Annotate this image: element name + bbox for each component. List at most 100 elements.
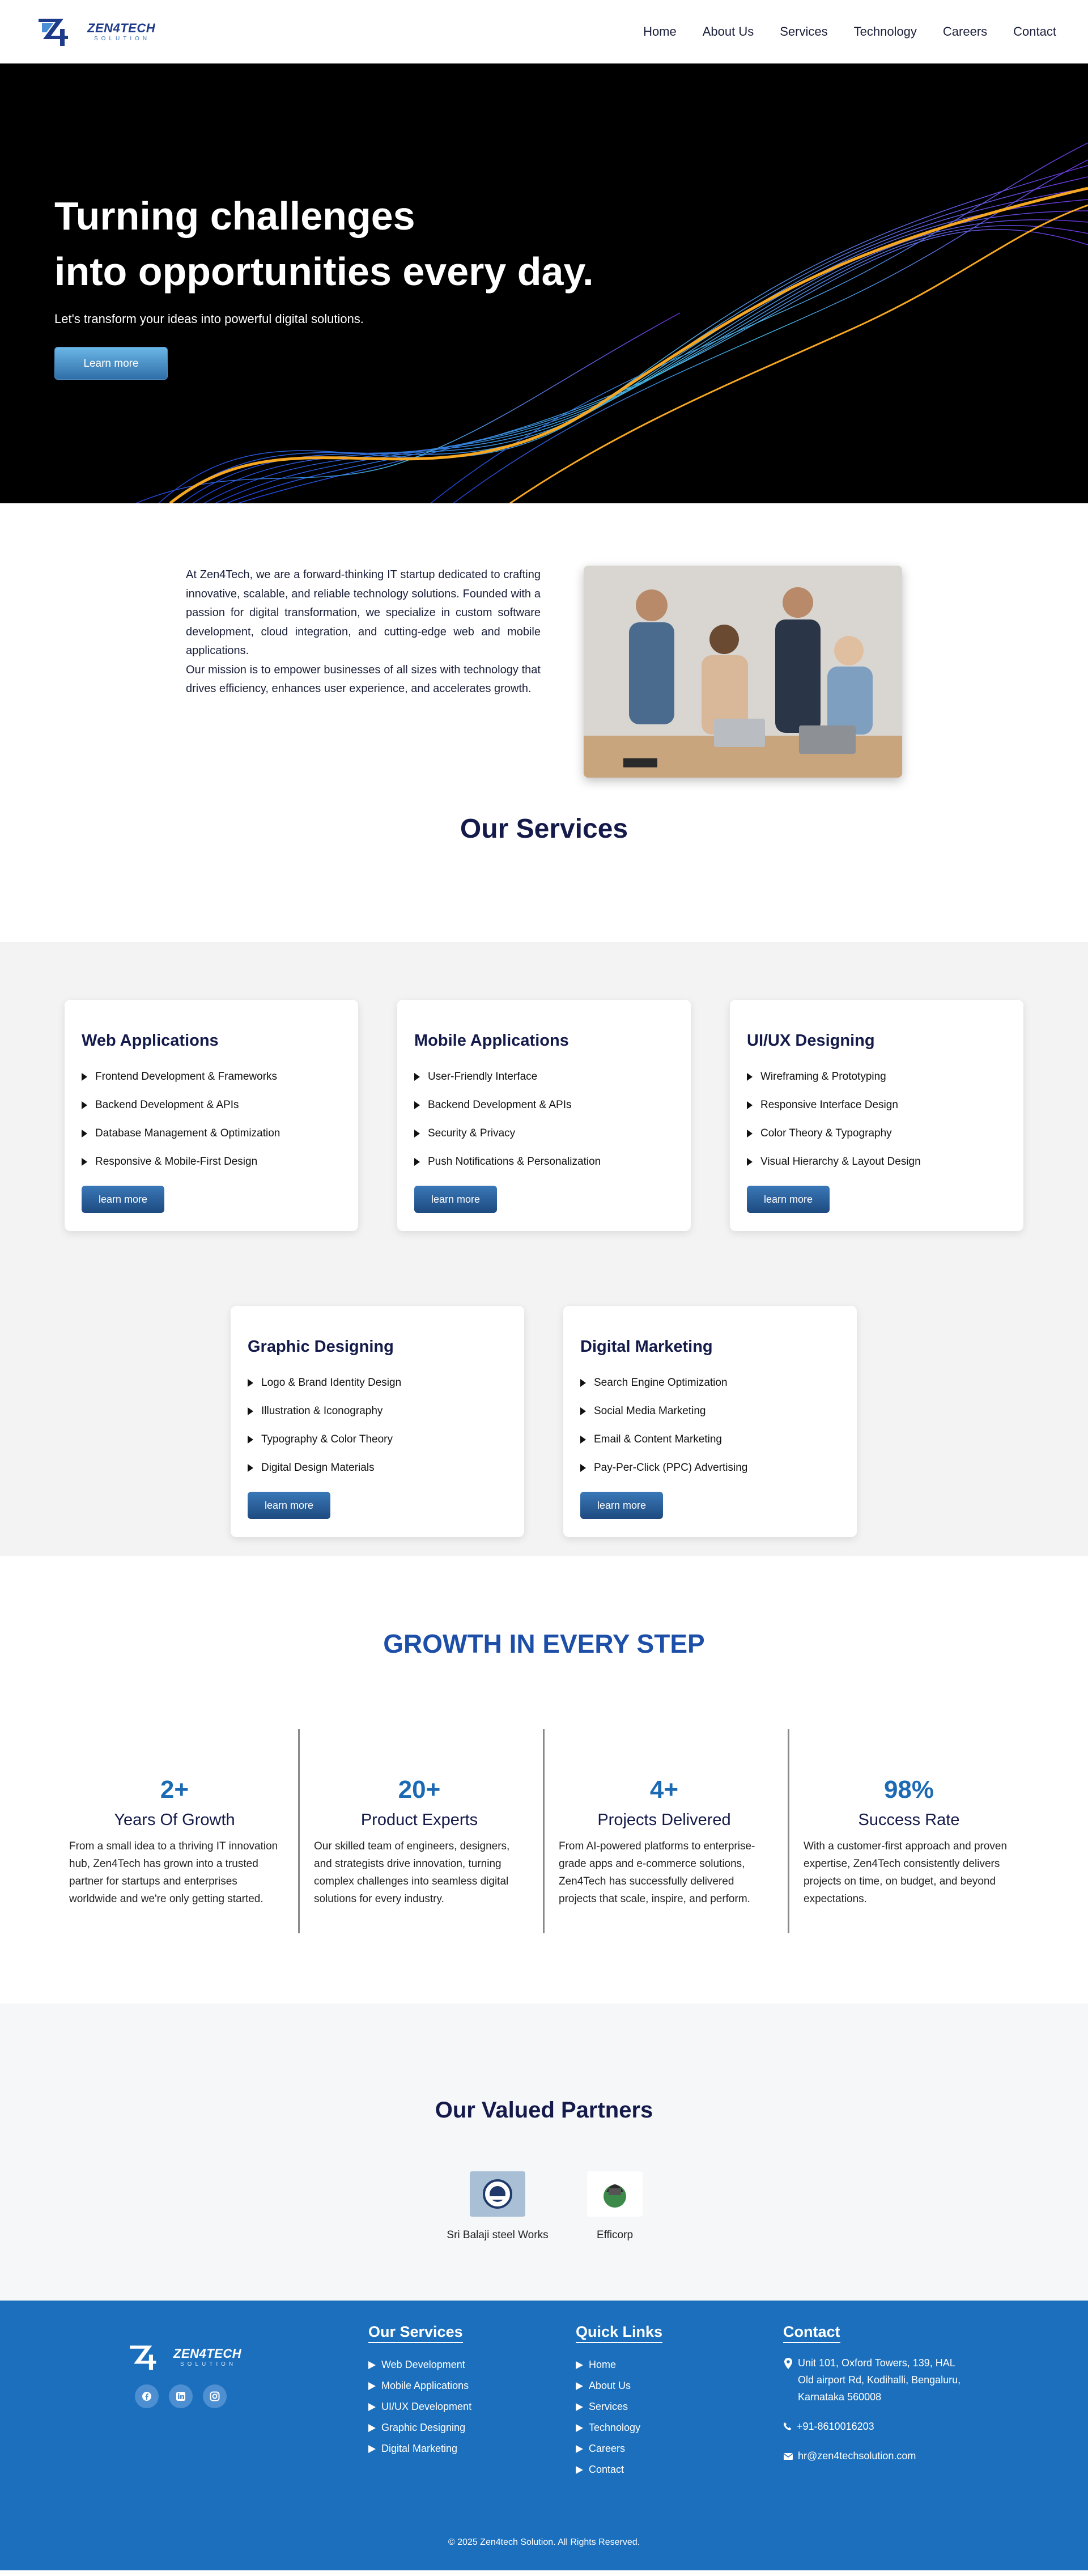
stat-projects: 4+ Projects Delivered From AI-powered pl… — [542, 1729, 787, 1933]
triangle-bullet-icon — [747, 1130, 753, 1138]
footer-service-link[interactable]: UI/UX Development — [368, 2396, 471, 2417]
service-card-mobile: Mobile Applications User-Friendly Interf… — [397, 1000, 691, 1231]
facebook-icon[interactable] — [135, 2384, 159, 2408]
top-navbar: ZEN4TECH SOLUTION Home About Us Services… — [0, 0, 1088, 63]
triangle-bullet-icon — [414, 1130, 420, 1138]
list-item: Database Management & Optimization — [82, 1119, 341, 1148]
list-item: Digital Design Materials — [248, 1454, 507, 1482]
footer: ZEN4TECH SOLUTION Our Services Web Devel… — [0, 2301, 1088, 2570]
triangle-bullet-icon — [82, 1130, 87, 1138]
stat-years: 2+ Years Of Growth From a small idea to … — [52, 1729, 297, 1933]
stat-number: 4+ — [649, 1776, 679, 1803]
triangle-bullet-icon — [747, 1101, 753, 1109]
instagram-icon[interactable] — [203, 2384, 227, 2408]
footer-service-link[interactable]: Web Development — [368, 2354, 471, 2375]
nav-home[interactable]: Home — [643, 24, 677, 39]
arrow-icon — [368, 2424, 376, 2432]
footer-contact-title: Contact — [783, 2323, 840, 2343]
partner-sri-balaji[interactable]: Sri Balaji steel Works — [441, 2171, 554, 2242]
learn-more-button[interactable]: learn more — [414, 1186, 497, 1213]
hero-section: Turning challenges into opportunities ev… — [0, 63, 1088, 503]
footer-quick-link[interactable]: About Us — [576, 2375, 662, 2396]
phone-icon — [784, 2422, 792, 2430]
footer-logo-text: ZEN4TECH — [173, 2346, 242, 2361]
triangle-bullet-icon — [248, 1464, 253, 1472]
stat-label: Projects Delivered — [597, 1811, 731, 1829]
footer-quick-link[interactable]: Technology — [576, 2417, 662, 2438]
logo[interactable]: ZEN4TECH SOLUTION — [34, 13, 155, 50]
footer-quick-link[interactable]: Services — [576, 2396, 662, 2417]
footer-email[interactable]: hr@zen4techsolution.com — [783, 2447, 970, 2464]
triangle-bullet-icon — [82, 1101, 87, 1109]
list-item: Logo & Brand Identity Design — [248, 1369, 507, 1397]
partner-efficorp[interactable]: Efficorp — [578, 2171, 652, 2242]
arrow-icon — [576, 2445, 583, 2453]
list-item: Email & Content Marketing — [580, 1425, 840, 1454]
card-title: Graphic Designing — [248, 1338, 394, 1356]
stat-experts: 20+ Product Experts Our skilled team of … — [297, 1729, 542, 1933]
stat-number: 20+ — [398, 1776, 441, 1803]
linkedin-icon[interactable] — [169, 2384, 193, 2408]
footer-address: Unit 101, Oxford Towers, 139, HAL Old ai… — [783, 2354, 970, 2405]
partner-logo — [587, 2171, 643, 2217]
triangle-bullet-icon — [414, 1073, 420, 1081]
triangle-bullet-icon — [747, 1073, 753, 1081]
list-item: Responsive & Mobile-First Design — [82, 1148, 341, 1176]
team-photo — [584, 566, 902, 778]
nav-about-us[interactable]: About Us — [703, 24, 754, 39]
triangle-bullet-icon — [82, 1073, 87, 1081]
card-title: Digital Marketing — [580, 1338, 713, 1356]
learn-more-button[interactable]: learn more — [580, 1492, 663, 1519]
triangle-bullet-icon — [580, 1436, 586, 1444]
list-item: User-Friendly Interface — [414, 1063, 674, 1091]
footer-quick-link[interactable]: Home — [576, 2354, 662, 2375]
stat-success: 98% Success Rate With a customer-first a… — [787, 1729, 1031, 1933]
card-title: Mobile Applications — [414, 1032, 569, 1050]
stat-label: Success Rate — [858, 1811, 960, 1829]
learn-more-button[interactable]: learn more — [248, 1492, 330, 1519]
learn-more-button[interactable]: learn more — [82, 1186, 164, 1213]
nav-technology[interactable]: Technology — [854, 24, 917, 39]
stat-number: 2+ — [160, 1776, 189, 1803]
stat-description: From a small idea to a thriving IT innov… — [69, 1840, 278, 1905]
arrow-icon — [368, 2382, 376, 2390]
footer-service-link[interactable]: Digital Marketing — [368, 2438, 471, 2459]
nav-contact[interactable]: Contact — [1013, 24, 1056, 39]
list-item: Social Media Marketing — [580, 1397, 840, 1425]
arrow-icon — [368, 2361, 376, 2369]
triangle-bullet-icon — [248, 1407, 253, 1415]
service-card-web: Web Applications Frontend Development & … — [65, 1000, 358, 1231]
triangle-bullet-icon — [580, 1464, 586, 1472]
arrow-icon — [576, 2382, 583, 2390]
arrow-icon — [576, 2424, 583, 2432]
arrow-icon — [576, 2465, 583, 2474]
footer-service-link[interactable]: Mobile Applications — [368, 2375, 471, 2396]
service-card-uiux: UI/UX Designing Wireframing & Prototypin… — [730, 1000, 1023, 1231]
list-item: Visual Hierarchy & Layout Design — [747, 1148, 1006, 1176]
list-item: Color Theory & Typography — [747, 1119, 1006, 1148]
footer-service-link[interactable]: Graphic Designing — [368, 2417, 471, 2438]
location-pin-icon — [784, 2358, 792, 2369]
list-item: Illustration & Iconography — [248, 1397, 507, 1425]
arrow-icon — [576, 2361, 583, 2369]
footer-links-title: Quick Links — [576, 2323, 663, 2343]
logo-mark-icon — [130, 2345, 156, 2370]
nav-careers[interactable]: Careers — [943, 24, 987, 39]
learn-more-button[interactable]: learn more — [747, 1186, 830, 1213]
hero-learn-more-button[interactable]: Learn more — [54, 347, 168, 380]
list-item: Backend Development & APIs — [82, 1091, 341, 1119]
footer-quick-link[interactable]: Contact — [576, 2459, 662, 2480]
list-item: Backend Development & APIs — [414, 1091, 674, 1119]
footer-phone[interactable]: +91-8610016203 — [783, 2418, 970, 2435]
triangle-bullet-icon — [414, 1101, 420, 1109]
list-item: Search Engine Optimization — [580, 1369, 840, 1397]
footer-services-column: Our Services Web Development Mobile Appl… — [368, 2323, 471, 2459]
nav-services[interactable]: Services — [780, 24, 827, 39]
footer-logo[interactable]: ZEN4TECH SOLUTION — [126, 2340, 241, 2374]
mail-icon — [783, 2453, 793, 2460]
footer-quick-link[interactable]: Careers — [576, 2438, 662, 2459]
arrow-icon — [368, 2445, 376, 2453]
footer-contact-column: Contact Unit 101, Oxford Towers, 139, HA… — [783, 2323, 970, 2477]
partner-name: Sri Balaji steel Works — [447, 2229, 549, 2241]
logo-subtext: SOLUTION — [94, 35, 151, 42]
